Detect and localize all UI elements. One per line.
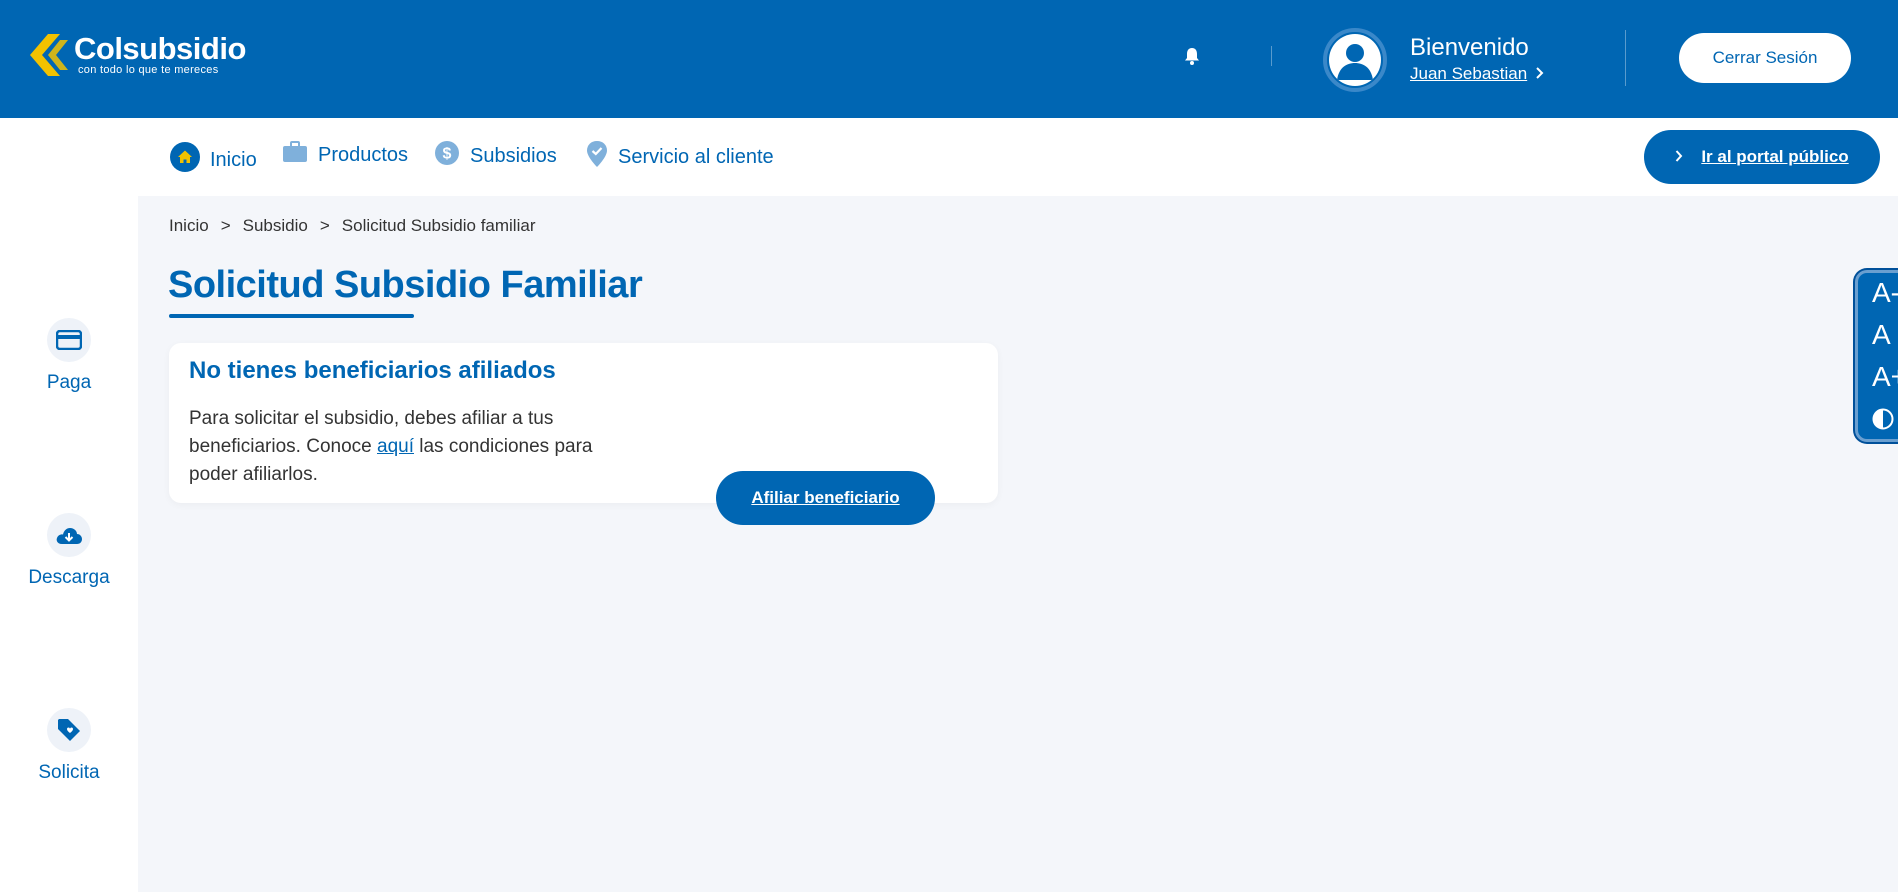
nav-item-label: Subsidios <box>470 144 557 167</box>
welcome-text: Bienvenido <box>1410 34 1529 61</box>
card-icon <box>47 318 91 362</box>
dollar-icon: $ <box>434 140 460 172</box>
card-title: No tienes beneficiarios afiliados <box>189 357 556 384</box>
tag-heart-icon <box>47 708 91 752</box>
breadcrumb-item[interactable]: Subsidio <box>243 216 308 236</box>
breadcrumb-separator: > <box>220 216 231 235</box>
nav-item-inicio[interactable]: Inicio <box>170 142 257 178</box>
title-underline <box>169 314 414 318</box>
divider <box>1271 46 1272 66</box>
public-portal-label: Ir al portal público <box>1701 147 1849 166</box>
normal-font-button[interactable]: A <box>1872 319 1891 351</box>
chevron-right-icon <box>1675 147 1683 167</box>
chevron-right-icon <box>1535 64 1545 84</box>
breadcrumb-separator: > <box>319 216 330 235</box>
sidebar-item-solicita[interactable]: Solicita <box>0 708 138 784</box>
logo[interactable]: Colsubsidio con todo lo que te mereces <box>30 31 246 76</box>
svg-text:$: $ <box>443 146 452 163</box>
username-label: Juan Sebastian <box>1410 64 1528 83</box>
nav-item-label: Productos <box>318 143 409 166</box>
breadcrumb-item-current: Solicitud Subsidio familiar <box>341 216 536 235</box>
cloud-download-icon <box>47 513 91 557</box>
nav-item-servicio-al-cliente[interactable]: Servicio al cliente <box>586 140 774 174</box>
nav-item-label: Inicio <box>210 148 257 171</box>
decrease-font-button[interactable]: A- <box>1872 277 1898 309</box>
divider <box>1625 30 1626 86</box>
avatar[interactable] <box>1323 28 1387 92</box>
main-nav: Inicio Productos $ Subsidios Servicio al… <box>138 118 1898 196</box>
logout-button[interactable]: Cerrar Sesión <box>1679 33 1851 83</box>
left-sidebar: Paga Descarga Solicita <box>0 118 138 892</box>
increase-font-button[interactable]: A+ <box>1872 361 1898 393</box>
accessibility-toolbar: A- A A+ <box>1855 270 1898 442</box>
logo-mark-icon <box>30 34 72 76</box>
sidebar-item-label: Descarga <box>28 567 110 588</box>
contrast-icon[interactable] <box>1872 405 1894 437</box>
card-body: Para solicitar el subsidio, debes afilia… <box>189 405 619 489</box>
location-check-icon <box>586 140 608 174</box>
username-link[interactable]: Juan Sebastian <box>1410 64 1545 84</box>
sidebar-item-descarga[interactable]: Descarga <box>0 513 138 589</box>
bell-icon[interactable] <box>1182 46 1202 66</box>
briefcase-icon <box>282 140 308 170</box>
conditions-link[interactable]: aquí <box>377 436 414 457</box>
breadcrumb: Inicio > Subsidio > Solicitud Subsidio f… <box>169 216 535 236</box>
affiliate-beneficiary-button[interactable]: Afiliar beneficiario <box>716 471 935 525</box>
sidebar-item-label: Solicita <box>38 762 100 783</box>
breadcrumb-item[interactable]: Inicio <box>169 216 209 236</box>
nav-item-productos[interactable]: Productos <box>282 140 408 170</box>
home-icon <box>170 142 200 178</box>
page-title: Solicitud Subsidio Familiar <box>168 264 643 306</box>
top-header: Colsubsidio con todo lo que te mereces B… <box>0 0 1898 118</box>
logo-name: Colsubsidio <box>74 31 246 66</box>
public-portal-button[interactable]: Ir al portal público <box>1644 130 1880 184</box>
user-icon <box>1329 34 1381 86</box>
nav-item-label: Servicio al cliente <box>618 145 774 168</box>
nav-item-subsidios[interactable]: $ Subsidios <box>434 140 557 172</box>
sidebar-item-paga[interactable]: Paga <box>0 318 138 394</box>
sidebar-item-label: Paga <box>46 372 92 393</box>
